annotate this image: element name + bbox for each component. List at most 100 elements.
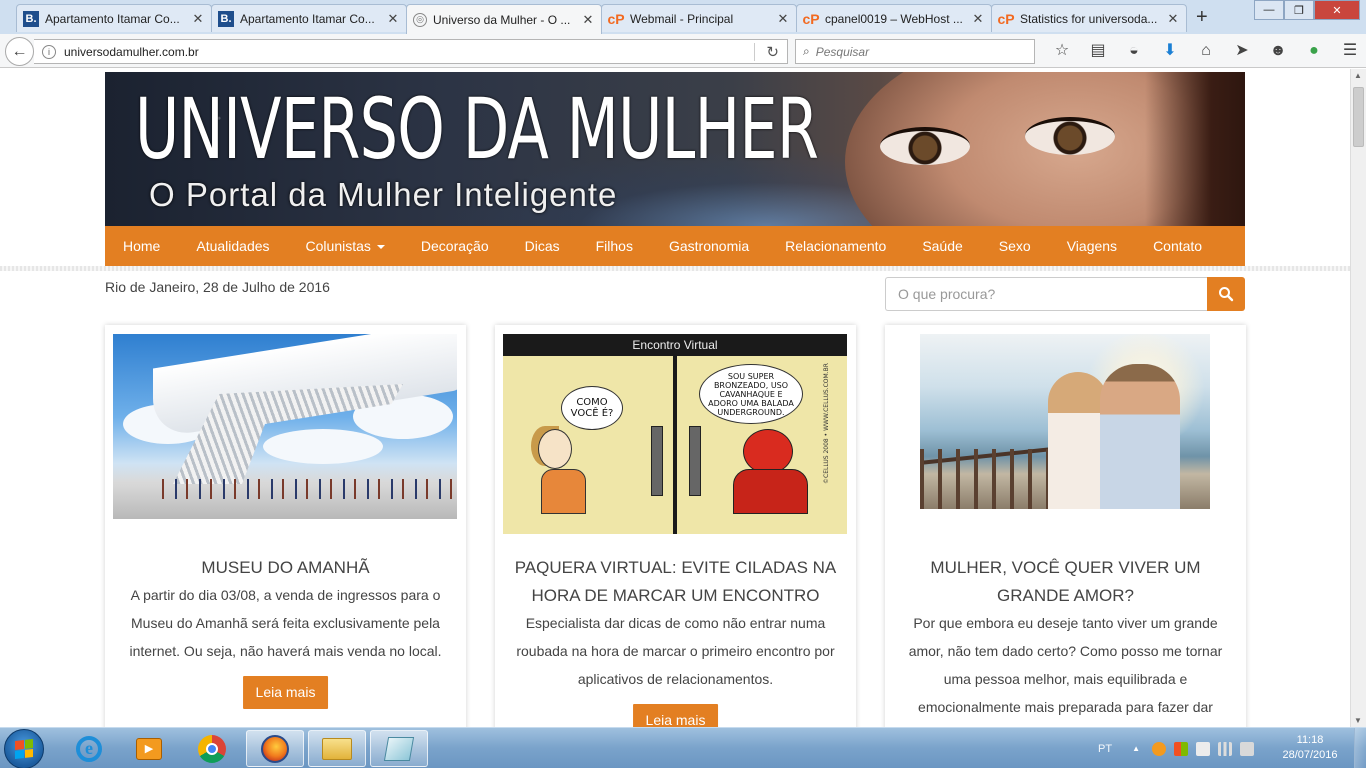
system-tray: PT ▲ — [1098, 728, 1262, 768]
page-viewport: UNIVERSO DA MULHER O Portal da Mulher In… — [0, 69, 1350, 727]
system-clock[interactable]: 11:18 28/07/2016 — [1270, 733, 1350, 763]
browser-tab-bar: B. Apartamento Itamar Co... ✕ B. Apartam… — [0, 0, 1366, 34]
article-image-museum[interactable] — [113, 334, 457, 519]
close-icon[interactable]: ✕ — [581, 12, 595, 28]
menu-item-contato[interactable]: Contato — [1135, 238, 1220, 254]
menu-item-colunistas[interactable]: Colunistas — [288, 238, 403, 254]
page-scrollbar[interactable]: ▲ ▼ — [1350, 69, 1366, 727]
article-title[interactable]: MUSEU DO AMANHÃ — [115, 554, 456, 582]
send-icon[interactable]: ➤ — [1224, 41, 1260, 61]
site-search-button[interactable] — [1207, 277, 1245, 311]
new-tab-button[interactable]: + — [1196, 6, 1208, 29]
article-description: Especialista dar dicas de como não entra… — [516, 615, 835, 687]
close-icon[interactable]: ✕ — [776, 11, 790, 27]
url-bar[interactable]: i universodamulher.com.br ↻ — [34, 39, 788, 64]
home-icon[interactable]: ⌂ — [1188, 41, 1224, 61]
scroll-down-arrow-icon[interactable]: ▼ — [1354, 716, 1362, 725]
battery-icon[interactable] — [1239, 741, 1254, 756]
browser-tab[interactable]: cP Statistics for universoda... ✕ — [991, 4, 1187, 32]
restore-icon[interactable]: ❐ — [1284, 0, 1314, 20]
article-card: Encontro Virtual COMO VOCÊ É? SOU SUPER … — [495, 325, 856, 727]
reload-icon[interactable]: ↻ — [766, 43, 779, 61]
comic-girl-body — [541, 469, 586, 514]
browser-tab[interactable]: B. Apartamento Itamar Co... ✕ — [16, 4, 212, 32]
taskbar-notepad[interactable] — [370, 730, 428, 767]
site-search-input[interactable]: O que procura? — [885, 277, 1207, 311]
browser-search-input[interactable]: ⌕ Pesquisar — [795, 39, 1035, 64]
windows-taskbar: e ▶ PT ▲ 11:18 28/07/2016 — [0, 727, 1366, 768]
tab-label: cpanel0019 – WebHost ... — [825, 11, 963, 26]
close-window-icon[interactable]: ✕ — [1314, 0, 1360, 20]
clock-date: 28/07/2016 — [1282, 749, 1338, 761]
scroll-up-arrow-icon[interactable]: ▲ — [1354, 71, 1362, 80]
taskbar-media[interactable]: ▶ — [120, 730, 178, 767]
grammarly-icon[interactable]: ● — [1296, 41, 1332, 61]
browser-tab[interactable]: B. Apartamento Itamar Co... ✕ — [211, 4, 407, 32]
banner-subtitle: O Portal da Mulher Inteligente — [149, 176, 618, 213]
action-center-flag-icon[interactable] — [1195, 741, 1210, 756]
read-more-button[interactable]: Leia mais — [242, 676, 329, 709]
taskbar-folder[interactable] — [308, 730, 366, 767]
comic-monitor-left — [651, 426, 663, 496]
menu-item-gastronomia[interactable]: Gastronomia — [651, 238, 767, 254]
article-image-comic[interactable]: Encontro Virtual COMO VOCÊ É? SOU SUPER … — [503, 334, 847, 534]
browser-tab-active[interactable]: ◎ Universo da Mulher - O ... ✕ — [406, 4, 602, 34]
chat-icon[interactable]: ☻ — [1260, 41, 1296, 61]
back-arrow-icon[interactable]: ← — [5, 37, 34, 66]
show-hidden-icons-icon[interactable]: ▲ — [1132, 744, 1140, 753]
comic-header: Encontro Virtual — [632, 338, 718, 352]
office-icon[interactable] — [1173, 741, 1188, 756]
window-controls: — ❐ ✕ — [1254, 0, 1360, 20]
toolbar-icons: ☆ ▤ ◒ ⬇ ⌂ ➤ ☻ ● ☰ — [1044, 41, 1366, 61]
start-button[interactable] — [4, 729, 44, 768]
booking-b-icon: B. — [218, 10, 234, 27]
comic-devil-body — [733, 469, 808, 514]
menu-item-viagens[interactable]: Viagens — [1049, 238, 1135, 254]
close-icon[interactable]: ✕ — [1166, 11, 1180, 27]
taskbar-ie[interactable]: e — [60, 730, 118, 767]
menu-item-decoracao[interactable]: Decoração — [403, 238, 507, 254]
reading-list-icon[interactable]: ▤ — [1080, 41, 1116, 61]
network-signal-icon[interactable] — [1217, 741, 1232, 756]
notepad-icon — [383, 736, 415, 761]
menu-item-sexo[interactable]: Sexo — [981, 238, 1049, 254]
browser-tab[interactable]: cP Webmail - Principal ✕ — [601, 4, 797, 32]
taskbar-chrome[interactable] — [183, 730, 241, 767]
avast-icon[interactable] — [1151, 741, 1166, 756]
article-title[interactable]: MULHER, VOCÊ QUER VIVER UM GRANDE AMOR? — [895, 554, 1236, 610]
close-icon[interactable]: ✕ — [386, 11, 400, 27]
read-more-button[interactable]: Leia mais — [632, 704, 719, 727]
menu-item-relacionamento[interactable]: Relacionamento — [767, 238, 904, 254]
media-player-icon: ▶ — [136, 737, 162, 760]
menu-item-home[interactable]: Home — [105, 238, 178, 254]
close-icon[interactable]: ✕ — [971, 11, 985, 27]
man-figure — [1100, 364, 1180, 509]
show-desktop-button[interactable] — [1354, 728, 1366, 768]
comic-strip: Encontro Virtual COMO VOCÊ É? SOU SUPER … — [503, 334, 847, 534]
language-indicator[interactable]: PT — [1098, 743, 1112, 755]
tab-label: Webmail - Principal — [630, 11, 734, 26]
article-title[interactable]: PAQUERA VIRTUAL: EVITE CILADAS NA HORA D… — [505, 554, 846, 610]
menu-item-atualidades[interactable]: Atualidades — [178, 238, 287, 254]
browser-tab[interactable]: cP cpanel0019 – WebHost ... ✕ — [796, 4, 992, 32]
scrollbar-thumb[interactable] — [1353, 87, 1364, 147]
bookmark-star-icon[interactable]: ☆ — [1044, 41, 1080, 61]
minimize-icon[interactable]: — — [1254, 0, 1284, 20]
menu-item-dicas[interactable]: Dicas — [507, 238, 578, 254]
pocket-icon[interactable]: ◒ — [1116, 41, 1152, 61]
info-icon[interactable]: i — [42, 44, 56, 59]
article-image-couple[interactable] — [920, 334, 1210, 509]
menu-item-filhos[interactable]: Filhos — [578, 238, 651, 254]
site-banner[interactable]: UNIVERSO DA MULHER O Portal da Mulher In… — [105, 72, 1245, 226]
menu-item-saude[interactable]: Saúde — [904, 238, 980, 254]
caret-down-icon — [376, 245, 385, 250]
menu-hamburger-icon[interactable]: ☰ — [1332, 41, 1366, 61]
comic-credit: ©CELLUS 2008 • WWW.CELLUS.COM.BR — [823, 363, 830, 484]
menu-item-label: Colunistas — [305, 238, 371, 254]
taskbar-firefox[interactable] — [246, 730, 304, 767]
woman-figure — [1048, 372, 1108, 509]
download-icon[interactable]: ⬇ — [1152, 41, 1188, 61]
cloud — [263, 429, 383, 464]
search-icon — [1219, 287, 1234, 302]
close-icon[interactable]: ✕ — [191, 11, 205, 27]
